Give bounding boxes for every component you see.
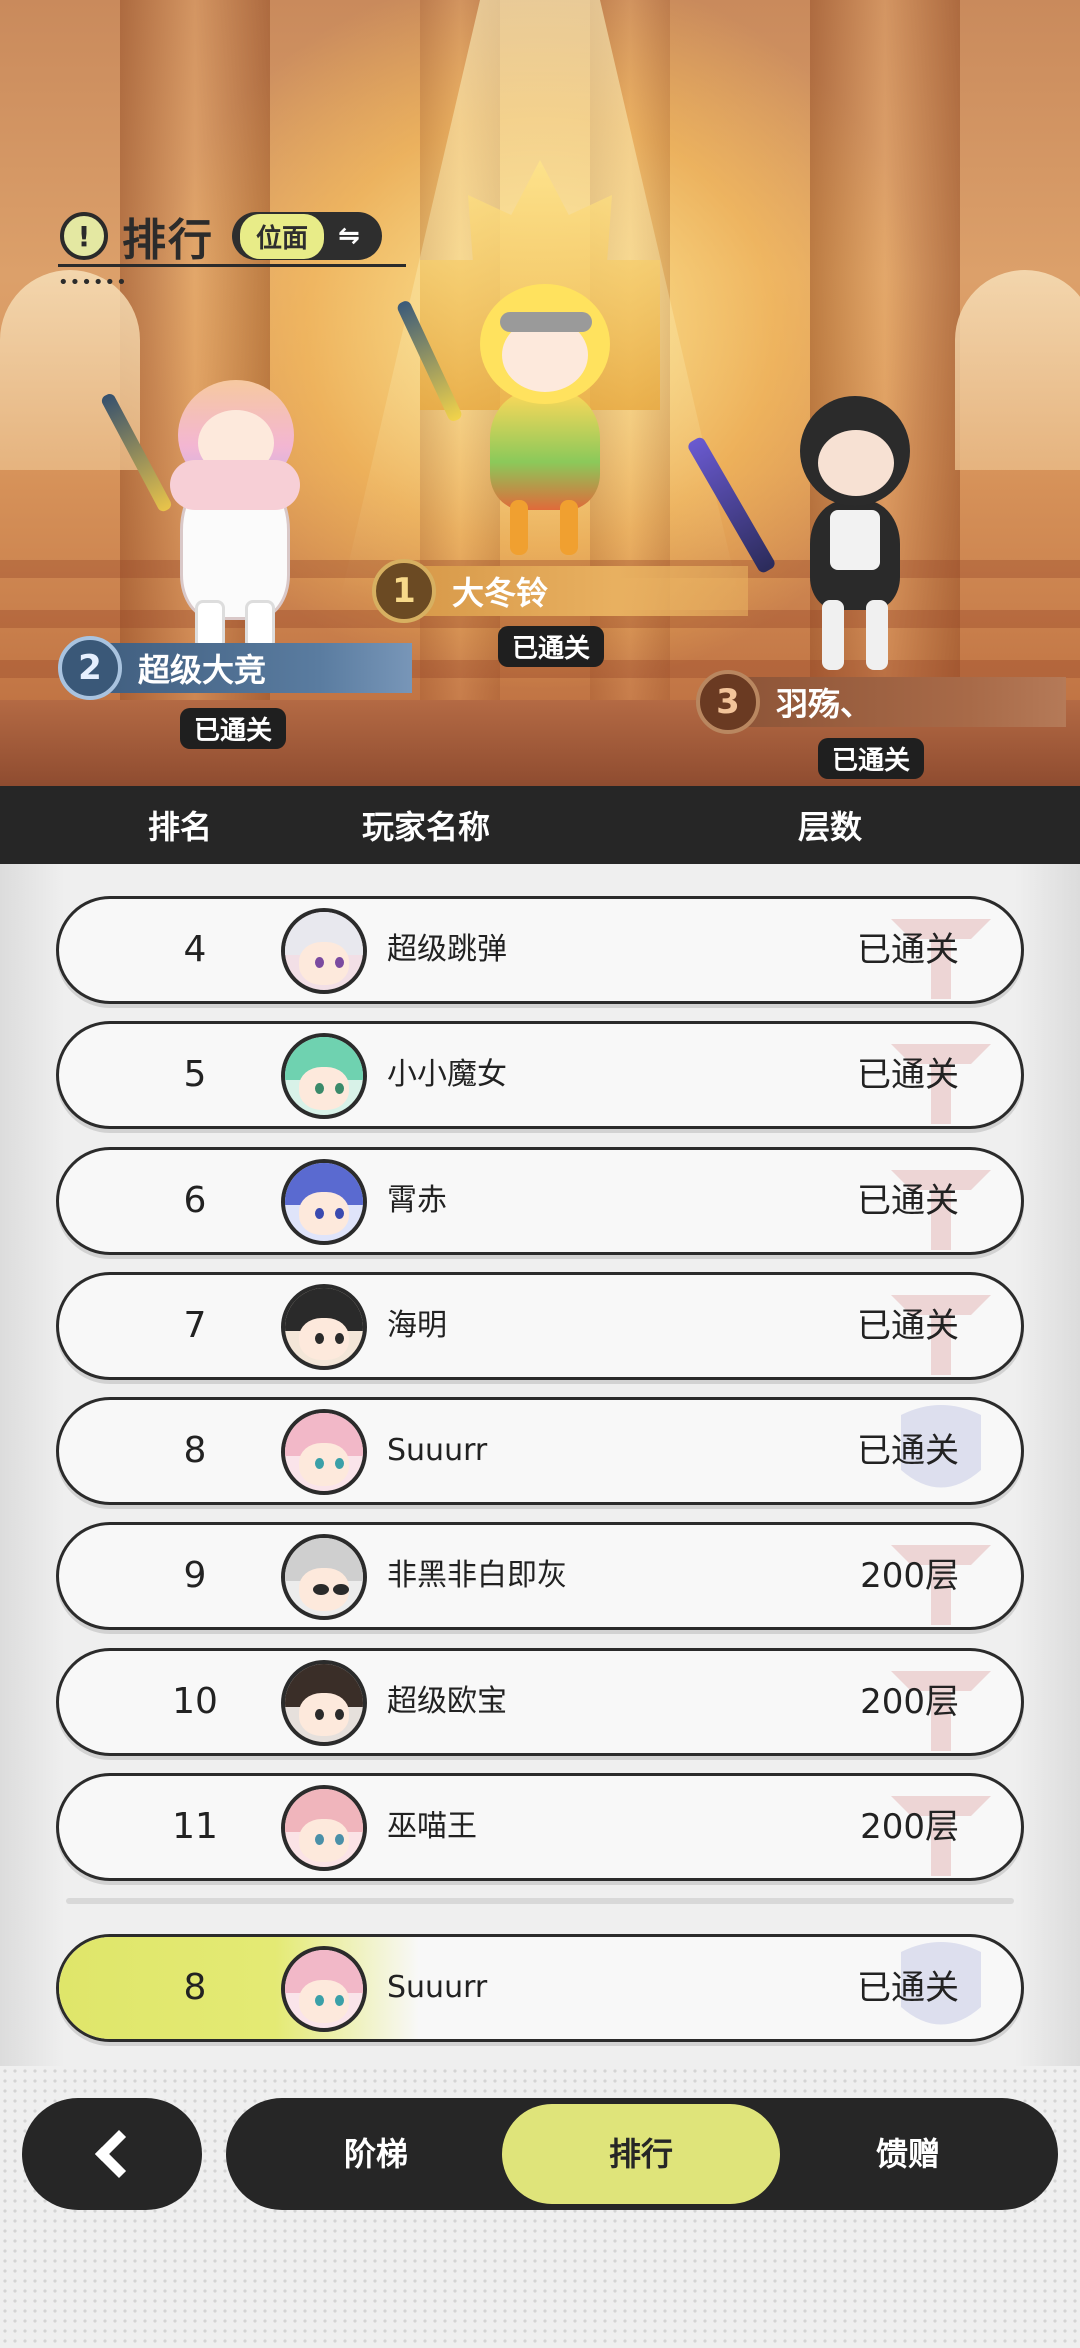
row-floor: 200层 [860,1807,959,1848]
podium-status-1: 已通关 [498,626,605,667]
row-rank: 7 [183,1304,207,1346]
podium-name-1: 大冬铃 [418,566,748,616]
podium-plate-3: 3 羽殇、 [696,670,1066,734]
rank-badge-3: 3 [696,670,760,734]
tab-ladder[interactable]: 阶梯 [266,2104,486,2204]
avatar[interactable] [281,1158,367,1245]
title-dots: •••••• [58,272,128,293]
row-player-name: 非黑非白即灰 [387,1558,567,1594]
row-player-name: 超级跳弹 [387,932,507,967]
ranking-title-block: ! 排行 位面 ⇋ [60,204,382,268]
avatar[interactable] [281,1534,367,1621]
podium-plate-1: 1 大冬铃 [372,559,748,623]
avatar[interactable] [281,1659,367,1746]
chevron-left-icon [94,2129,144,2179]
row-player-name: 超级欧宝 [387,1683,507,1719]
table-row[interactable]: 5 小小魔女 已通关 [56,1021,1024,1130]
info-icon[interactable]: ! [60,212,108,260]
row-floor: 已通关 [857,1180,959,1221]
row-player-name: 小小魔女 [387,1057,507,1093]
row-floor: 已通关 [857,1431,959,1472]
column-header-rank: 排名 [148,808,213,846]
podium-plate-2: 2 超级大竞 [58,636,412,700]
my-rank-row[interactable]: 8 Suuurr 已通关 [56,1934,1024,2042]
table-row[interactable]: 7 海明 已通关 [56,1271,1024,1380]
page-title: 排行 [122,215,214,266]
row-rank: 9 [183,1555,207,1597]
back-button[interactable] [22,2098,202,2210]
scope-toggle[interactable]: 位面 ⇋ [232,212,382,260]
row-player-name: 霄赤 [387,1182,447,1218]
row-player-name: 海明 [387,1307,447,1343]
podium-name-2: 超级大竞 [104,643,412,693]
table-row[interactable]: 8 Suuurr 已通关 [56,1397,1024,1506]
podium-character-3[interactable] [686,390,940,680]
window-decoration [0,270,140,470]
window-decoration [955,270,1080,470]
row-rank: 5 [183,1054,207,1096]
ranking-list[interactable]: 4 超级跳弹 已通关 5 小小魔女 已通关 6 霄赤 已通关 7 海明 已通关 … [56,896,1024,2042]
row-floor: 200层 [860,1556,959,1597]
my-rank: 8 [183,1967,207,2008]
row-rank: 10 [172,1680,218,1722]
podium-name-3: 羽殇、 [742,677,1066,727]
tab-ranking[interactable]: 排行 [502,2104,780,2204]
tab-gift[interactable]: 馈赠 [798,2104,1018,2204]
podium-character-1[interactable] [395,270,640,570]
row-rank: 11 [172,1806,218,1848]
table-header: 排名 玩家名称 层数 [0,786,1080,864]
table-row[interactable]: 4 超级跳弹 已通关 [56,896,1024,1004]
avatar[interactable] [281,1946,367,2032]
podium-character-2[interactable] [99,360,320,650]
row-floor: 已通关 [857,930,959,970]
swap-icon: ⇋ [338,221,360,251]
podium-status-2: 已通关 [180,708,287,749]
rank-badge-1: 1 [372,559,436,623]
title-underline [58,264,406,267]
table-row[interactable]: 11 巫喵王 200层 [56,1773,1024,1882]
table-row[interactable]: 9 非黑非白即灰 200层 [56,1522,1024,1631]
table-row[interactable]: 10 超级欧宝 200层 [56,1647,1024,1756]
row-floor: 已通关 [857,1305,959,1346]
bottom-nav: 阶梯 排行 馈赠 [0,2066,1080,2348]
row-rank: 8 [183,1430,207,1472]
row-floor: 200层 [860,1681,959,1722]
list-divider [66,1898,1014,1904]
row-floor: 已通关 [857,1055,959,1096]
row-player-name: 巫喵王 [387,1809,477,1845]
row-player-name: Suuurr [387,1433,488,1469]
table-row[interactable]: 6 霄赤 已通关 [56,1146,1024,1255]
avatar[interactable] [281,1283,367,1370]
scope-label: 位面 [240,213,325,259]
my-player-name: Suuurr [387,1970,488,2005]
podium-scene: ! 排行 位面 ⇋ •••••• 1 大冬铃 已通关 2 超级大竞 已通关 3 … [0,0,1080,786]
rank-badge-2: 2 [58,636,122,700]
avatar[interactable] [281,908,367,994]
my-floor: 已通关 [857,1968,959,2008]
row-rank: 6 [183,1179,207,1221]
column-header-floor: 层数 [798,808,863,846]
avatar[interactable] [281,1033,367,1120]
avatar[interactable] [281,1785,367,1872]
column-header-name: 玩家名称 [362,808,491,846]
tab-bar: 阶梯 排行 馈赠 [226,2098,1058,2210]
avatar[interactable] [281,1409,367,1496]
podium-status-3: 已通关 [818,738,925,779]
row-rank: 4 [183,929,207,970]
